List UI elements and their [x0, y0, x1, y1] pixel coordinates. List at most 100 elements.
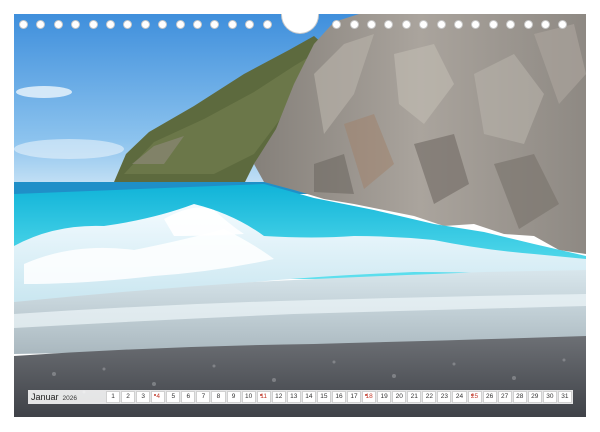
day-number: 16	[335, 393, 343, 400]
day-number: 17	[350, 393, 358, 400]
day-number: 28	[516, 393, 524, 400]
day-number: 9	[231, 393, 236, 400]
day-cell: 10	[241, 391, 256, 403]
year: 2026	[62, 395, 77, 402]
binding-hole	[419, 20, 429, 29]
binding-hole	[175, 20, 185, 29]
day-cell: 15	[316, 391, 331, 403]
day-cell: 12	[271, 391, 286, 403]
day-number: 4	[156, 393, 161, 400]
binding-hole	[454, 20, 463, 29]
day-number: 5	[171, 393, 176, 400]
day-number: 10	[244, 393, 253, 400]
day-number: 23	[440, 393, 449, 400]
day-cell: 2	[121, 391, 136, 403]
day-cell: 17	[347, 391, 362, 403]
day-number: 26	[485, 393, 494, 400]
day-number: 2	[126, 393, 130, 400]
day-cell: 3	[136, 391, 151, 403]
day-cell: 26	[482, 391, 497, 403]
day-cell: 23	[437, 391, 452, 403]
binding-hole	[106, 20, 115, 29]
day-cell: 20	[392, 391, 407, 403]
binding-hole	[471, 20, 481, 29]
binding-hole	[401, 20, 411, 29]
day-cell: 11	[256, 391, 271, 403]
day-number: 13	[290, 393, 298, 400]
binding-hole	[523, 20, 533, 29]
day-cell: 22	[422, 391, 437, 403]
binding-hole	[506, 20, 516, 29]
binding-hole	[227, 20, 237, 29]
binding-hole	[558, 20, 568, 29]
sunday-marker	[259, 394, 262, 396]
day-number: 14	[305, 393, 313, 400]
day-cells: 1 2 3 4 5 6 7 8 9 10 11 12 13 14 15 16 17 18 19 20 21 22 23 24 2…	[106, 391, 573, 403]
day-cell: 29	[527, 391, 542, 403]
day-number: 8	[216, 393, 221, 400]
calendar-bar: Januar 2026 1 2 3 4 5 6 7 8 9 10 11 12 13 14 15 16 17 18 1…	[28, 390, 573, 404]
day-number: 30	[546, 393, 554, 400]
day-number: 27	[501, 393, 509, 400]
binding-hole	[193, 20, 202, 29]
binding-hole	[349, 20, 359, 29]
day-cell: 4	[151, 391, 166, 403]
day-number: 24	[455, 393, 464, 400]
day-cell: 24	[452, 391, 467, 403]
binding-hole	[262, 20, 272, 29]
day-number: 20	[395, 393, 403, 400]
day-number: 31	[561, 393, 569, 400]
day-number: 29	[531, 393, 539, 400]
binding-hole	[436, 20, 446, 29]
hanger-notch	[281, 14, 319, 34]
cove-photo	[14, 14, 586, 417]
calendar-page: Januar 2026 1 2 3 4 5 6 7 8 9 10 11 12 13 14 15 16 17 18 1…	[0, 0, 600, 432]
binding-hole	[71, 20, 81, 29]
binding-hole	[158, 20, 168, 29]
day-cell: 5	[166, 391, 181, 403]
month-name: Januar	[31, 392, 59, 402]
day-number: 25	[470, 393, 479, 400]
cove-illustration	[14, 14, 586, 417]
day-cell: 30	[542, 391, 557, 403]
day-cell: 28	[512, 391, 527, 403]
day-cell: 7	[196, 391, 211, 403]
day-number: 3	[141, 393, 145, 400]
binding-hole	[36, 20, 46, 29]
day-number: 19	[380, 393, 388, 400]
day-cell: 19	[377, 391, 392, 403]
binding-hole	[488, 20, 498, 29]
day-cell: 21	[407, 391, 422, 403]
binding-holes	[0, 14, 600, 34]
day-number: 22	[425, 393, 433, 400]
binding-hole	[19, 20, 28, 29]
day-number: 18	[365, 393, 373, 400]
binding-hole	[384, 20, 394, 29]
day-cell: 27	[497, 391, 512, 403]
day-number: 21	[410, 393, 418, 400]
sunday-marker	[470, 394, 473, 396]
month-label: Januar 2026	[28, 392, 106, 402]
binding-hole	[245, 20, 255, 29]
binding-hole	[88, 20, 98, 29]
day-cell: 16	[331, 391, 346, 403]
day-cell: 18	[362, 391, 377, 403]
day-cell: 31	[557, 391, 572, 403]
day-cell: 1	[106, 391, 121, 403]
day-cell: 8	[211, 391, 226, 403]
day-number: 12	[275, 393, 283, 400]
day-cell: 9	[226, 391, 241, 403]
binding-hole	[210, 20, 220, 29]
binding-hole	[140, 20, 150, 29]
binding-hole	[332, 20, 342, 29]
day-cell: 25	[467, 391, 482, 403]
binding-hole	[53, 20, 63, 29]
binding-hole	[367, 20, 376, 29]
day-number: 1	[111, 393, 115, 400]
day-cell: 13	[286, 391, 301, 403]
day-cell: 6	[181, 391, 196, 403]
day-number: 11	[260, 393, 268, 400]
day-cell: 14	[301, 391, 316, 403]
binding-hole	[123, 20, 133, 29]
day-number: 6	[186, 393, 191, 400]
